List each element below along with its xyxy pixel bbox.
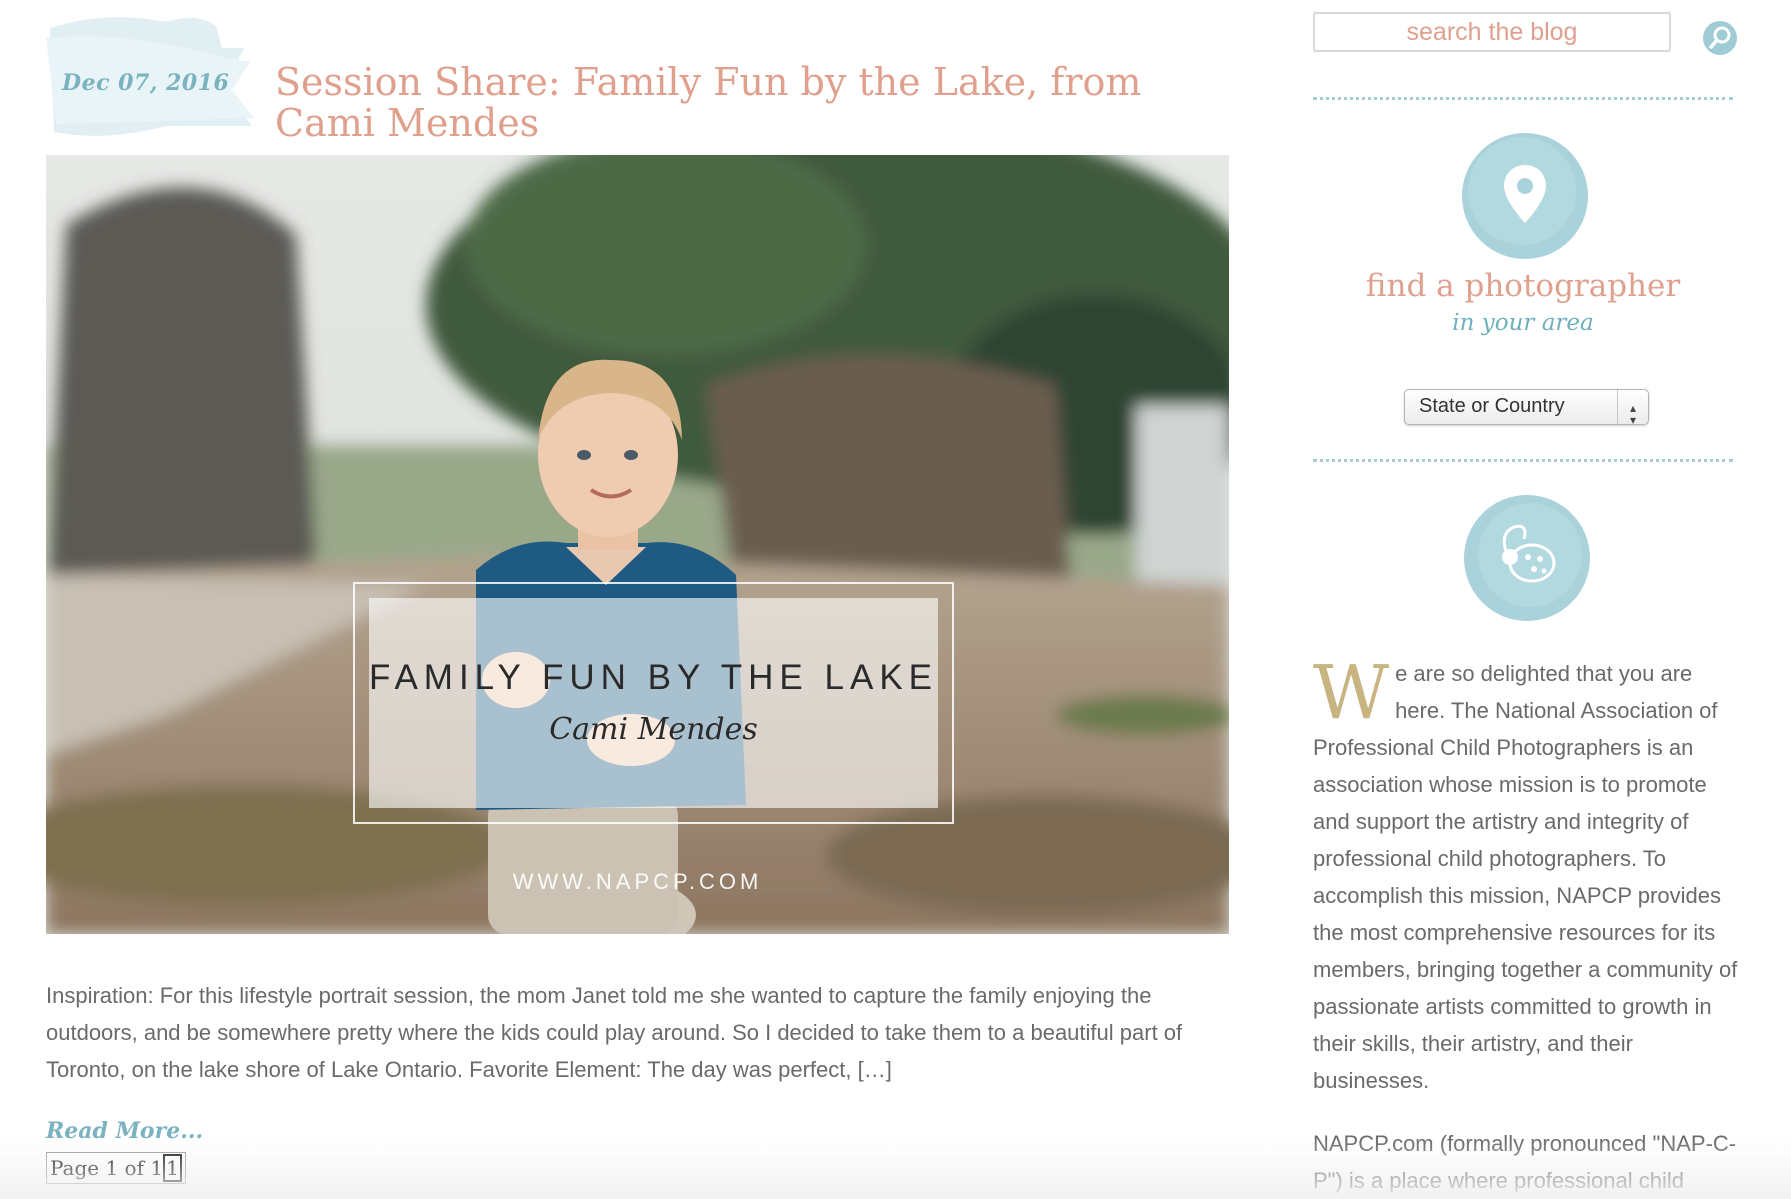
search-icon <box>1703 21 1737 55</box>
find-photographer-subtitle: in your area <box>1452 310 1594 336</box>
state-or-country-select[interactable]: State or Country ▴ ▾ <box>1404 389 1649 426</box>
location-pin-icon <box>1460 131 1590 261</box>
about-text-continued: NAPCP.com (formally pronounced "NAP-C-P"… <box>1313 1131 1737 1193</box>
find-photographer-title: find a photographer <box>1365 268 1681 304</box>
hero-image[interactable]: FAMILY FUN BY THE LAKE Cami Mendes WWW.N… <box>46 155 1229 934</box>
ladybug-icon <box>1462 493 1592 623</box>
search-input[interactable] <box>1313 12 1671 52</box>
hero-byline: Cami Mendes <box>549 712 758 747</box>
pagination-label: Page 1 of 1 <box>50 1156 164 1180</box>
sidebar-divider <box>1313 459 1733 462</box>
search-button[interactable] <box>1702 20 1738 56</box>
select-value: State or Country <box>1419 395 1565 417</box>
dropcap-letter: W <box>1313 650 1390 736</box>
hero-title-card: FAMILY FUN BY THE LAKE Cami Mendes <box>353 582 954 824</box>
hero-watermark-url: WWW.NAPCP.COM <box>512 869 763 894</box>
post-title[interactable]: Session Share: Family Fun by the Lake, f… <box>275 62 1175 144</box>
select-arrows-icon: ▴ ▾ <box>1617 390 1648 426</box>
read-more-link[interactable]: Read More... <box>46 1118 203 1144</box>
pagination-current-page[interactable]: 1 <box>163 1154 182 1182</box>
post-excerpt: Inspiration: For this lifestyle portrait… <box>46 983 1183 1082</box>
pagination: Page 1 of 11 <box>46 1152 186 1184</box>
about-text: We are so delighted that you are here. T… <box>1313 655 1743 1099</box>
hero-headline: FAMILY FUN BY THE LAKE <box>369 658 939 697</box>
post-date: Dec 07, 2016 <box>62 70 230 96</box>
sidebar-divider <box>1313 97 1733 100</box>
